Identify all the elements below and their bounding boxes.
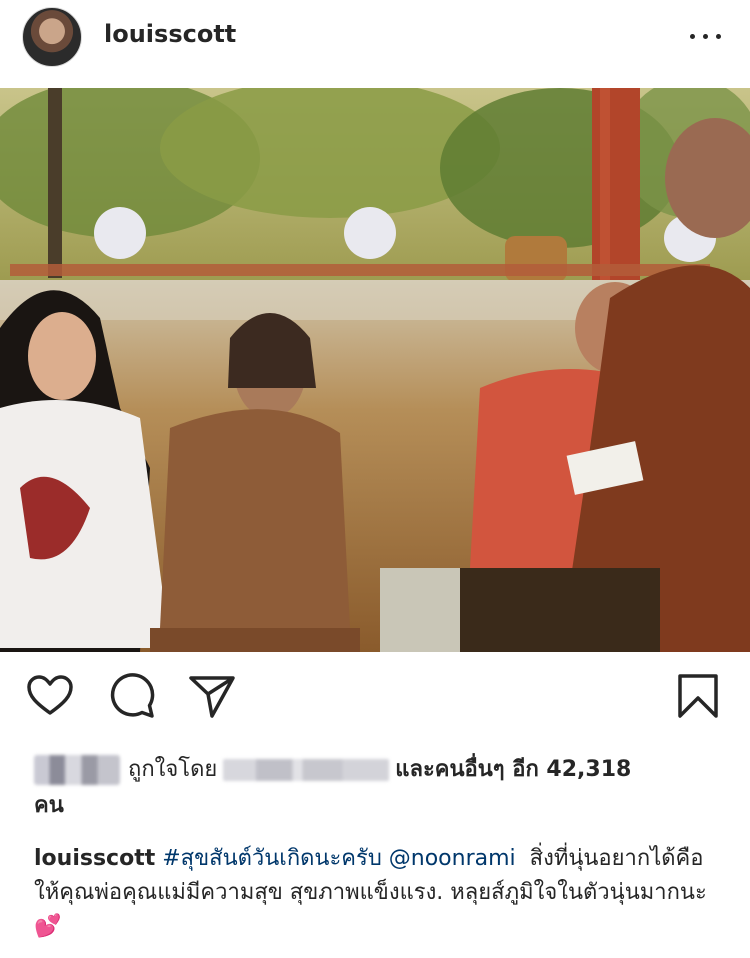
comment-icon[interactable]: [108, 672, 156, 720]
likes-summary[interactable]: ถูกใจโดย และคนอื่นๆ อีก 42,318 คน: [34, 752, 724, 824]
caption-mention[interactable]: @noonrami: [389, 846, 516, 871]
post-header: louisscott: [0, 0, 750, 74]
likes-count[interactable]: และคนอื่นๆ อีก 42,318: [395, 757, 631, 782]
liker-avatars: [34, 755, 120, 785]
send-icon[interactable]: [188, 672, 236, 720]
bookmark-icon[interactable]: [674, 672, 722, 720]
heart-emoji: 💕: [34, 914, 62, 939]
photo-illustration: [0, 88, 750, 652]
avatar[interactable]: [22, 7, 82, 67]
likes-unit: คน: [34, 793, 64, 818]
action-bar: [0, 664, 750, 728]
caption-username[interactable]: louisscott: [34, 846, 155, 871]
post-username[interactable]: louisscott: [104, 20, 236, 48]
heart-icon[interactable]: [26, 672, 74, 720]
post-photo[interactable]: [0, 88, 750, 652]
liked-by-prefix: ถูกใจโดย: [128, 757, 218, 782]
liker-username[interactable]: [223, 759, 390, 781]
more-options-icon[interactable]: [688, 18, 724, 54]
post-caption: louisscott #สุขสันต์วันเกิดนะครับ @noonr…: [34, 842, 724, 944]
caption-hashtag[interactable]: #สุขสันต์วันเกิดนะครับ: [162, 846, 382, 871]
